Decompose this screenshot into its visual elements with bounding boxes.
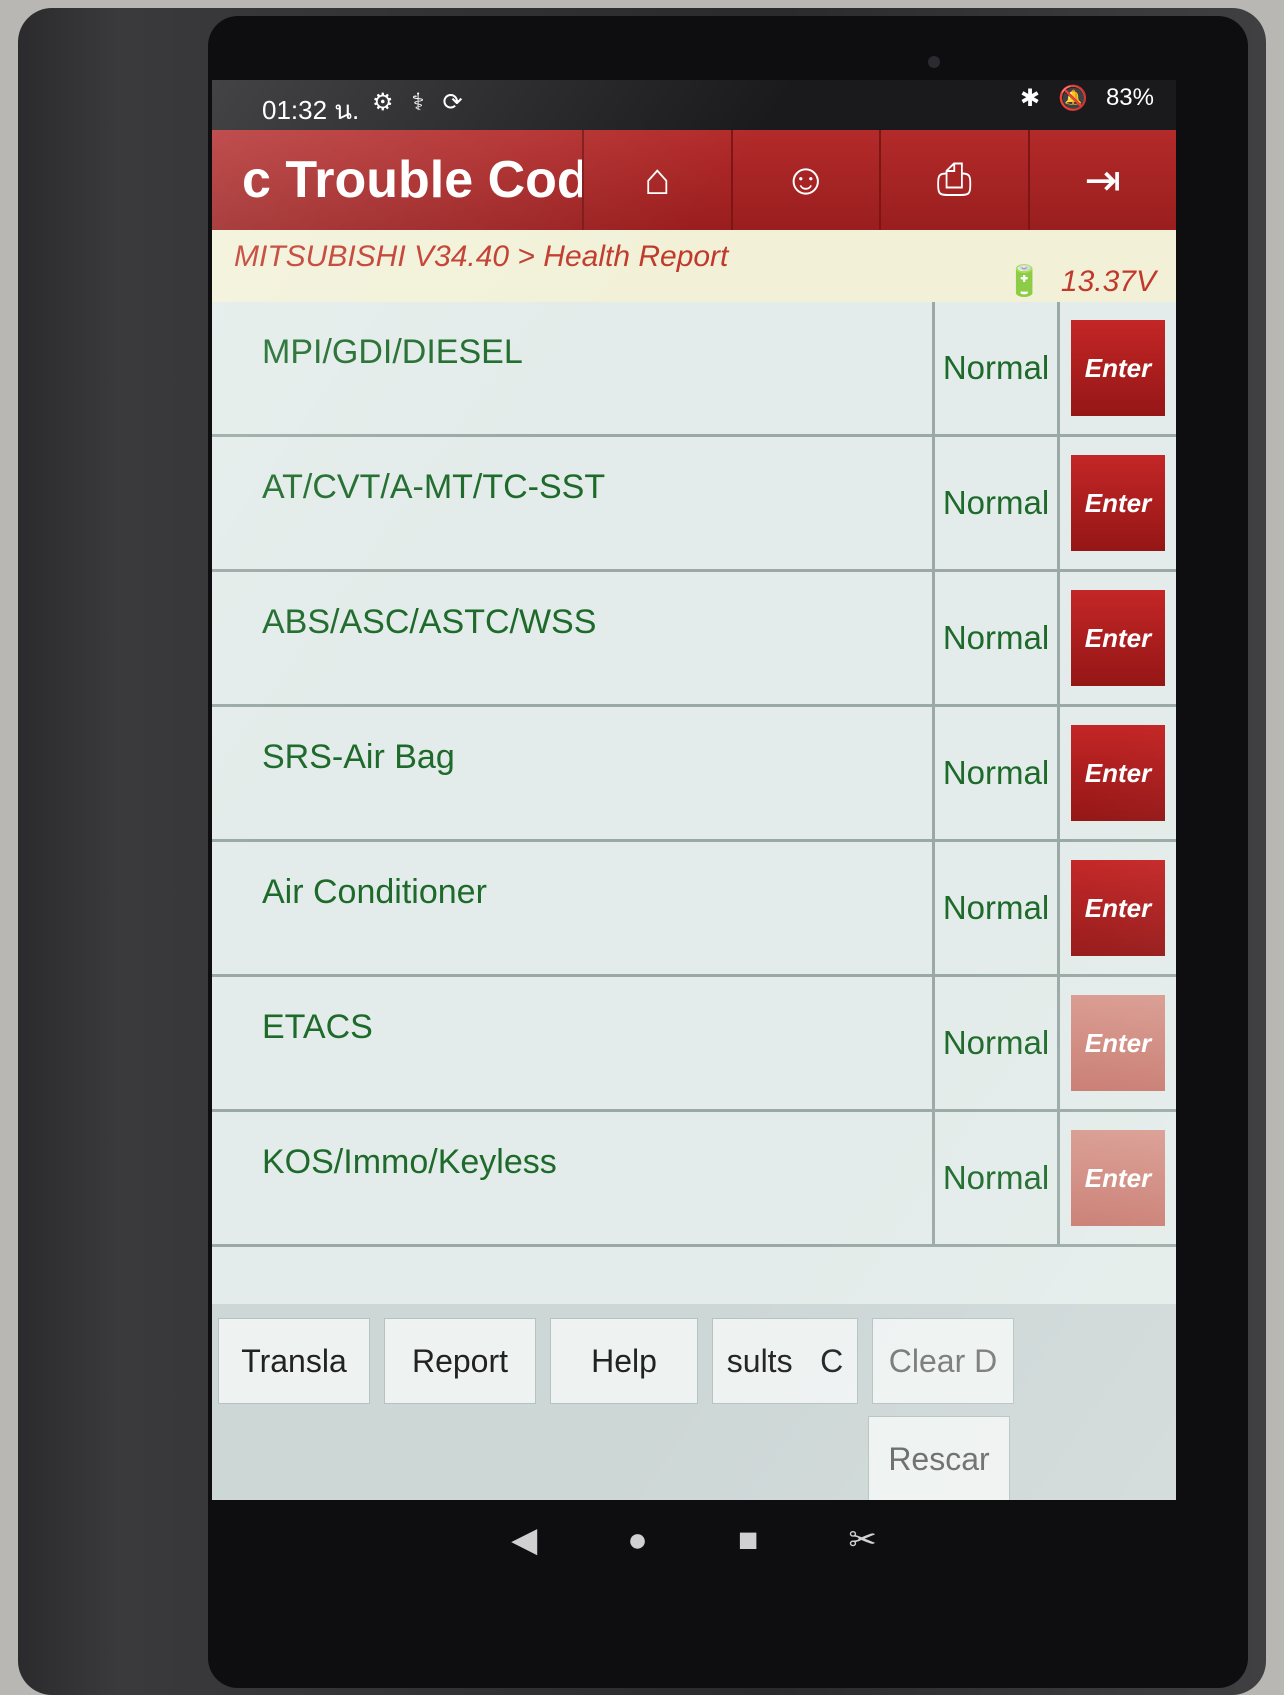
enter-cell: Enter [1060, 572, 1176, 704]
home-icon: ⌂ [643, 155, 671, 204]
mute-icon: 🔕 [1058, 85, 1088, 112]
enter-button[interactable]: Enter [1071, 320, 1165, 416]
print-button[interactable]: ⎙ [879, 130, 1028, 230]
android-nav-bar: ◀ ● ■ ✂ [212, 1500, 1176, 1580]
home-nav-icon[interactable]: ● [627, 1521, 648, 1560]
breadcrumb-bar: MITSUBISHI V34.40 > Health Report 🔋 13.37… [212, 230, 1176, 302]
status-right: ✱ 🔕 83% [1020, 84, 1154, 113]
recents-icon[interactable]: ■ [738, 1521, 759, 1560]
enter-cell: Enter [1060, 842, 1176, 974]
system-status: Normal [935, 842, 1060, 974]
enter-button[interactable]: Enter [1071, 995, 1165, 1091]
enter-button[interactable]: Enter [1071, 725, 1165, 821]
enter-button[interactable]: Enter [1071, 590, 1165, 686]
print-icon: ⎙ [936, 155, 972, 204]
stethoscope-icon: ⚕ [411, 89, 425, 116]
translate-button[interactable]: Transla [218, 1318, 370, 1404]
gear-icon: ⚙ [372, 89, 394, 116]
bottom-toolbar: Transla Report Help sults C Clear D Resc… [212, 1304, 1176, 1500]
exit-button[interactable]: ⇥ [1027, 130, 1177, 230]
enter-cell: Enter [1060, 302, 1176, 434]
battery-level: 83% [1105, 84, 1154, 111]
system-name: SRS-Air Bag [212, 707, 935, 839]
system-name: ABS/ASC/ASTC/WSS [212, 572, 935, 704]
bluetooth-icon: ✱ [1019, 85, 1041, 112]
status-time: 01:32 น. [262, 95, 360, 125]
system-list: MPI/GDI/DIESEL Normal Enter AT/CVT/A-MT/… [212, 302, 1176, 1247]
support-icon: ☺ [783, 155, 829, 204]
enter-cell: Enter [1060, 437, 1176, 569]
enter-button[interactable]: Enter [1071, 455, 1165, 551]
system-name: Air Conditioner [212, 842, 935, 974]
enter-cell: Enter [1060, 707, 1176, 839]
help-button[interactable]: Help [550, 1318, 698, 1404]
system-status: Normal [935, 977, 1060, 1109]
clear-dtc-button[interactable]: Clear D [872, 1318, 1014, 1404]
table-row: SRS-Air Bag Normal Enter [212, 707, 1176, 842]
voltage-value: 13.37V [1060, 265, 1156, 298]
screenshot-icon[interactable]: ✂ [848, 1520, 877, 1560]
app-screen: 01:32 น. ⚙ ⚕ ⟳ ✱ 🔕 83% c Trouble Code ⌂ … [212, 80, 1176, 1500]
table-row: ETACS Normal Enter [212, 977, 1176, 1112]
front-camera [928, 56, 940, 68]
car-battery-icon: 🔋 [1005, 265, 1043, 298]
support-button[interactable]: ☺ [730, 130, 880, 230]
table-row: Air Conditioner Normal Enter [212, 842, 1176, 977]
title-bar: ✱ 🔕 83% c Trouble Code ⌂ ☺ ⎙ ⇥ [212, 84, 1177, 230]
enter-cell: Enter [1060, 1112, 1176, 1244]
table-row: KOS/Immo/Keyless Normal Enter [212, 1112, 1176, 1247]
rescan-button[interactable]: Rescar [868, 1416, 1010, 1500]
enter-button[interactable]: Enter [1071, 860, 1165, 956]
home-button[interactable]: ⌂ [582, 130, 731, 230]
status-icons: ⚙ ⚕ ⟳ [372, 88, 463, 117]
system-name: KOS/Immo/Keyless [212, 1112, 935, 1244]
system-status: Normal [935, 1112, 1060, 1244]
enter-button[interactable]: Enter [1071, 1130, 1165, 1226]
system-name: AT/CVT/A-MT/TC-SST [212, 437, 935, 569]
page-title: c Trouble Code [242, 151, 582, 209]
system-status: Normal [935, 302, 1060, 434]
battery-voltage: 🔋 13.37V [1006, 264, 1156, 299]
results-c-label: C [820, 1342, 844, 1379]
results-button[interactable]: sults C [712, 1318, 858, 1404]
back-icon[interactable]: ◀ [511, 1520, 537, 1560]
system-name: MPI/GDI/DIESEL [212, 302, 935, 434]
report-button[interactable]: Report [384, 1318, 536, 1404]
results-label: sults [726, 1342, 793, 1379]
system-status: Normal [935, 572, 1060, 704]
table-row: AT/CVT/A-MT/TC-SST Normal Enter [212, 437, 1176, 572]
system-name: ETACS [212, 977, 935, 1109]
sync-icon: ⟳ [442, 89, 463, 116]
table-row: ABS/ASC/ASTC/WSS Normal Enter [212, 572, 1176, 707]
enter-cell: Enter [1060, 977, 1176, 1109]
table-row: MPI/GDI/DIESEL Normal Enter [212, 302, 1176, 437]
system-status: Normal [935, 437, 1060, 569]
exit-icon: ⇥ [1084, 155, 1122, 205]
breadcrumb: MITSUBISHI V34.40 > Health Report [234, 240, 729, 273]
system-status: Normal [935, 707, 1060, 839]
